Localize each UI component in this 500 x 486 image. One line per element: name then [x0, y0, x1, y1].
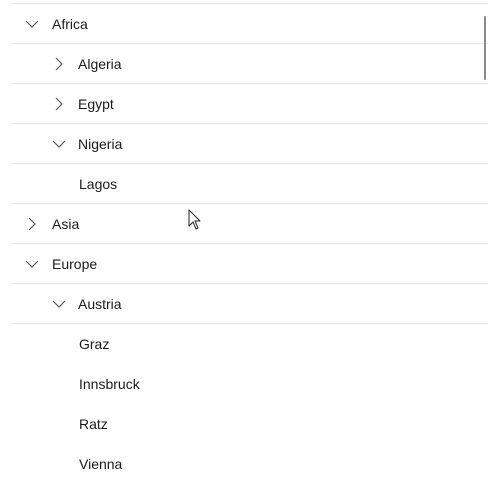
- tree-node-nigeria[interactable]: Nigeria: [0, 124, 488, 164]
- tree-node-label: Algeria: [78, 56, 122, 72]
- chevron-down-icon[interactable]: [51, 296, 67, 312]
- tree-node-lagos[interactable]: Lagos: [0, 164, 488, 204]
- tree-list: Africa Algeria Egypt Nigeria Lagos Asia …: [0, 4, 488, 484]
- tree-node-vienna[interactable]: Vienna: [0, 444, 488, 484]
- tree-view: Africa Algeria Egypt Nigeria Lagos Asia …: [0, 0, 500, 486]
- tree-node-label: Egypt: [78, 96, 114, 112]
- tree-node-label: Asia: [52, 216, 80, 232]
- tree-node-graz[interactable]: Graz: [0, 324, 488, 364]
- tree-node-africa[interactable]: Africa: [0, 4, 488, 44]
- tree-node-label: Africa: [52, 16, 88, 32]
- tree-node-europe[interactable]: Europe: [0, 244, 488, 284]
- tree-node-label: Austria: [78, 296, 122, 312]
- chevron-right-icon[interactable]: [24, 216, 40, 232]
- tree-node-label: Lagos: [79, 176, 118, 192]
- tree-node-label: Ratz: [79, 416, 108, 432]
- tree-node-label: Graz: [79, 336, 110, 352]
- tree-node-ratz[interactable]: Ratz: [0, 404, 488, 444]
- scrollbar-thumb[interactable]: [484, 16, 486, 80]
- tree-node-egypt[interactable]: Egypt: [0, 84, 488, 124]
- chevron-right-icon[interactable]: [51, 56, 67, 72]
- tree-node-label: Nigeria: [78, 136, 123, 152]
- chevron-down-icon[interactable]: [24, 256, 40, 272]
- tree-node-algeria[interactable]: Algeria: [0, 44, 488, 84]
- tree-node-asia[interactable]: Asia: [0, 204, 488, 244]
- tree-node-label: Innsbruck: [79, 376, 140, 392]
- tree-node-label: Vienna: [79, 456, 123, 472]
- chevron-down-icon[interactable]: [51, 136, 67, 152]
- tree-node-label: Europe: [52, 256, 98, 272]
- tree-node-austria[interactable]: Austria: [0, 284, 488, 324]
- chevron-right-icon[interactable]: [51, 96, 67, 112]
- chevron-down-icon[interactable]: [24, 16, 40, 32]
- tree-node-innsbruck[interactable]: Innsbruck: [0, 364, 488, 404]
